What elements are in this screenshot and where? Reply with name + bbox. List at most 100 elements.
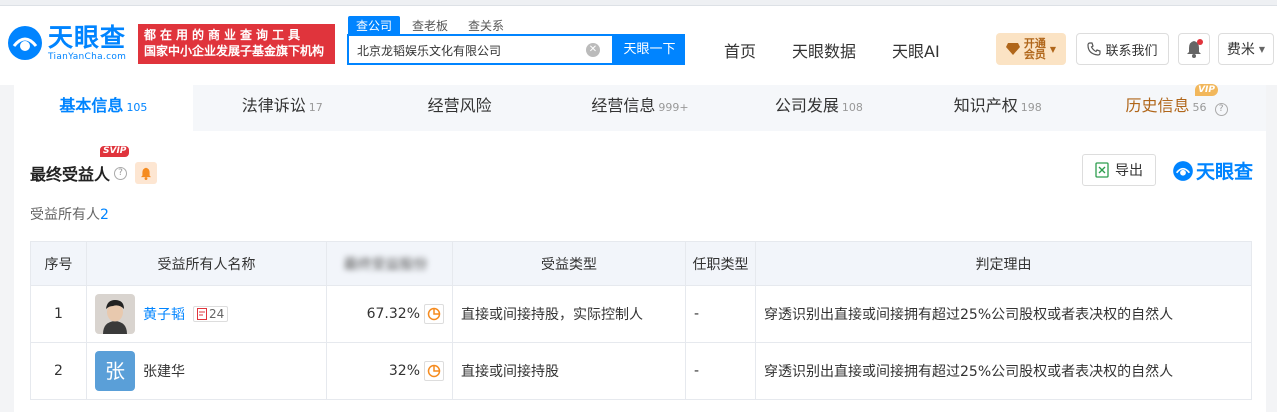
section-title-text: 最终受益人 [30, 165, 111, 184]
avatar[interactable] [95, 294, 135, 334]
tab-count: 198 [1020, 101, 1042, 114]
notification-button[interactable] [1178, 33, 1210, 65]
search-tab-boss[interactable]: 查老板 [404, 16, 456, 35]
equity-chart-icon[interactable] [424, 304, 444, 324]
tab-ip[interactable]: 知识产权 198 [908, 85, 1087, 131]
excel-icon [1095, 162, 1109, 178]
search-input-value: 北京龙韬娱乐文化有限公司 [357, 44, 502, 58]
tab-count: 108 [841, 101, 863, 114]
logo-eye-icon [1173, 160, 1193, 181]
chevron-down-icon: ▼ [1049, 44, 1057, 54]
export-label: 导出 [1115, 163, 1143, 179]
owner-count-label: 受益所有人 [30, 207, 100, 223]
tab-label: 法律诉讼 [241, 96, 306, 115]
tab-count: 17 [308, 101, 323, 114]
help-icon[interactable]: ? [1214, 103, 1228, 116]
row-name-cell: 张 张建华 [86, 342, 327, 400]
vip-badge: VIP [1195, 84, 1219, 96]
export-button[interactable]: 导出 [1082, 154, 1156, 186]
nav-data[interactable]: 天眼数据 [792, 38, 856, 62]
col-position: 任职类型 [685, 241, 756, 286]
monitor-bell-icon[interactable] [135, 162, 158, 184]
tab-risk[interactable]: 经营风险 [372, 85, 551, 131]
site-logo[interactable]: 天眼查 TianYanCha.com [6, 24, 126, 62]
row-index: 2 [30, 342, 87, 400]
detail-tabs: 基本信息 105 法律诉讼 17 经营风险 经营信息 999+ 公司发展 108 知识产… [14, 84, 1266, 131]
user-menu[interactable]: 费米 ▼ [1218, 33, 1274, 65]
row-position: - [685, 342, 756, 400]
row-name-cell: 黄子韬 24 [86, 285, 327, 343]
notification-dot [1197, 39, 1203, 45]
col-name: 受益所有人名称 [86, 241, 327, 286]
row-type: 直接或间接持股 [452, 342, 686, 400]
search-button[interactable]: 天眼一下 [614, 34, 685, 65]
promo-line-2: 国家中小企业发展子基金旗下机构 [144, 44, 325, 58]
owner-count-value: 2 [100, 207, 109, 223]
row-position: - [685, 285, 756, 343]
row-ratio-cell: 32% [326, 342, 453, 400]
row-reason: 穿透识别出直接或间接拥有超过25%公司股权或者表决权的自然人 [755, 342, 1252, 400]
tab-label: 基本信息 [59, 96, 124, 115]
tab-label: 历史信息 [1125, 96, 1190, 115]
tab-label: 经营风险 [427, 96, 492, 115]
nav-ai[interactable]: 天眼AI [892, 38, 940, 62]
row-ratio: 67.32% [366, 306, 420, 322]
tab-development[interactable]: 公司发展 108 [729, 85, 908, 131]
row-type: 直接或间接持股，实际控制人 [452, 285, 686, 343]
owner-count: 受益所有人2 [30, 204, 109, 224]
clear-icon[interactable]: ✕ [586, 43, 600, 57]
tab-basic-info[interactable]: 基本信息 105 [14, 85, 193, 131]
related-count: 24 [209, 307, 225, 321]
tab-label: 公司发展 [774, 96, 839, 115]
top-header: 天眼查 TianYanCha.com 都在用的商业查询工具 国家中小企业发展子基… [0, 0, 1277, 85]
help-icon[interactable]: ? [114, 166, 128, 180]
promo-line-1: 都在用的商业查询工具 [144, 28, 305, 42]
contact-label: 联系我们 [1105, 43, 1158, 59]
search-tabs: 查公司 查老板 查关系 [348, 16, 512, 35]
tab-count: 999+ [658, 101, 689, 114]
col-reason: 判定理由 [755, 241, 1252, 286]
logo-title: 天眼查 [48, 23, 127, 52]
chevron-down-icon: ▼ [1258, 44, 1266, 54]
related-companies-badge[interactable]: 24 [193, 306, 229, 322]
watermark-logo: 天眼查 [1172, 157, 1253, 184]
open-vip-button[interactable]: 开通 会员 ▼ [996, 33, 1066, 65]
svip-badge: SVIP [100, 146, 130, 157]
search-tab-company[interactable]: 查公司 [348, 16, 401, 35]
logo-subtitle: TianYanCha.com [48, 52, 127, 62]
beneficiary-table: 序号 受益所有人名称 最终受益股份 受益类型 任职类型 判定理由 1 黄子韬 2… [30, 241, 1252, 400]
table-row: 2 张 张建华 32% 直接或间接持股 - 穿透识别出直接或间接拥有超过25%公… [30, 342, 1252, 400]
row-index: 1 [30, 285, 87, 343]
table-header-row: 序号 受益所有人名称 最终受益股份 受益类型 任职类型 判定理由 [30, 241, 1252, 286]
tab-history[interactable]: VIP 历史信息 56 ? [1087, 84, 1266, 131]
search-input[interactable]: 北京龙韬娱乐文化有限公司 ✕ [347, 34, 614, 65]
col-type: 受益类型 [452, 241, 686, 286]
tab-label: 知识产权 [953, 96, 1018, 115]
equity-chart-icon[interactable] [424, 361, 444, 381]
tab-legal[interactable]: 法律诉讼 17 [193, 85, 372, 131]
col-ratio: 最终受益股份 [326, 241, 453, 286]
contact-button[interactable]: 联系我们 [1076, 33, 1169, 65]
phone-icon [1087, 42, 1102, 56]
promo-banner[interactable]: 都在用的商业查询工具 国家中小企业发展子基金旗下机构 [138, 24, 335, 64]
person-name: 张建华 [143, 364, 185, 380]
person-link[interactable]: 黄子韬 [143, 304, 185, 324]
beneficiary-panel: SVIP 最终受益人 ? 导出 天眼查 受益所有人2 序号 受益所有人名称 最终… [14, 131, 1266, 412]
vip-label-2: 会员 [1023, 48, 1046, 61]
row-reason: 穿透识别出直接或间接拥有超过25%公司股权或者表决权的自然人 [755, 285, 1252, 343]
section-title: 最终受益人 ? [30, 161, 158, 185]
avatar: 张 [95, 351, 135, 391]
user-name: 费米 [1226, 42, 1255, 58]
search-tab-relation[interactable]: 查关系 [460, 16, 512, 35]
browser-strip [0, 0, 1277, 6]
main-nav: 首页 天眼数据 天眼AI [724, 38, 940, 62]
nav-home[interactable]: 首页 [724, 38, 756, 62]
table-row: 1 黄子韬 24 67.32% 直接或间接持股，实际控制人 - 穿透识别出直接或… [30, 285, 1252, 343]
diamond-icon [1005, 43, 1020, 55]
row-ratio-cell: 67.32% [326, 285, 453, 343]
col-index: 序号 [30, 241, 87, 286]
tab-count: 56 [1192, 101, 1207, 114]
row-ratio: 32% [388, 363, 420, 379]
tab-business[interactable]: 经营信息 999+ [551, 85, 730, 131]
tab-count: 105 [126, 101, 148, 114]
